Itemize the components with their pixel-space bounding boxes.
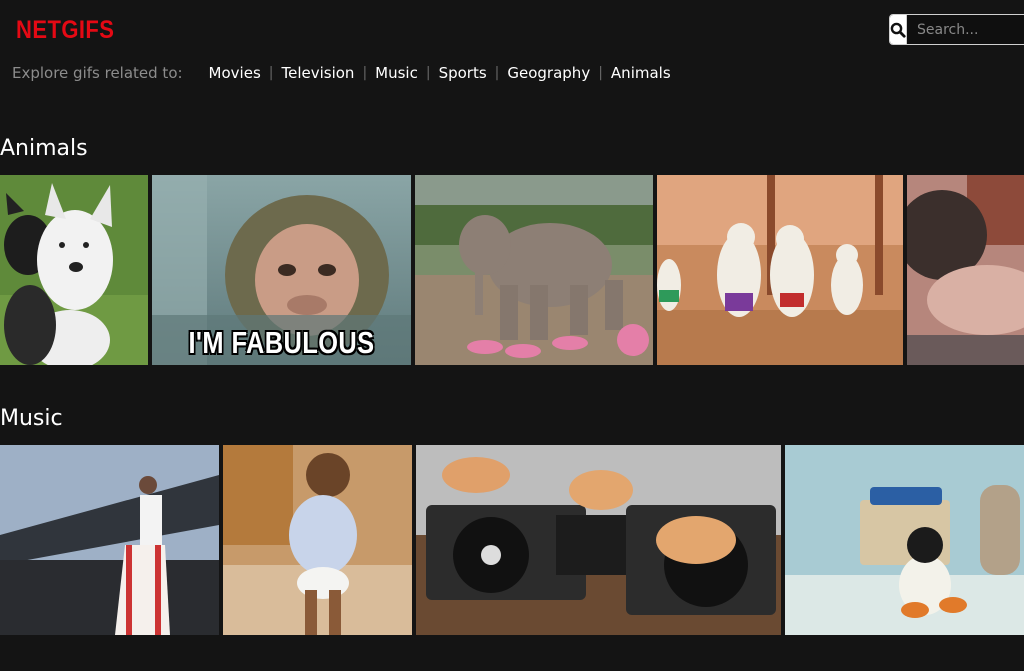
- nav-separator: |: [268, 65, 274, 81]
- baby-image: [223, 445, 412, 635]
- gif-caption: I'M FABULOUS: [188, 325, 375, 360]
- category-link-music[interactable]: Music: [375, 64, 418, 82]
- cat-image: [907, 175, 1024, 365]
- poodles-image: [657, 175, 903, 365]
- gif-row-animals: I'M FABULOUS: [0, 175, 1024, 365]
- search-button[interactable]: [890, 15, 907, 44]
- dj-kittens-image: [416, 445, 781, 635]
- gif-tile-baby[interactable]: [223, 445, 412, 635]
- search-input[interactable]: [907, 15, 1024, 44]
- nav-separator: |: [598, 65, 603, 81]
- category-link-animals[interactable]: Animals: [611, 64, 671, 82]
- gif-tile-dj-kittens[interactable]: [416, 445, 781, 635]
- freddie-image: [0, 445, 219, 635]
- section-title-music: Music: [0, 406, 63, 431]
- dogs-image: [0, 175, 148, 365]
- gif-tile-freddie[interactable]: [0, 445, 219, 635]
- category-link-sports[interactable]: Sports: [439, 64, 487, 82]
- search-icon: [890, 22, 906, 38]
- explore-bar: Explore gifs related to: Movies | Televi…: [12, 62, 671, 84]
- gif-tile-dogs[interactable]: [0, 175, 148, 365]
- nav-separator: |: [362, 65, 368, 81]
- category-link-television[interactable]: Television: [281, 64, 354, 82]
- section-title-animals: Animals: [0, 136, 88, 161]
- category-link-movies[interactable]: Movies: [209, 64, 261, 82]
- gif-tile-cat[interactable]: [907, 175, 1024, 365]
- category-link-geography[interactable]: Geography: [507, 64, 590, 82]
- nav-separator: |: [425, 65, 431, 81]
- gif-tile-monkey[interactable]: I'M FABULOUS: [152, 175, 411, 365]
- explore-label: Explore gifs related to:: [12, 64, 183, 82]
- nav-separator: |: [494, 65, 500, 81]
- netgifs-logo[interactable]: NETGIFS: [16, 16, 114, 45]
- gif-row-music: [0, 445, 1024, 635]
- pingu-image: [785, 445, 1024, 635]
- gif-tile-elephant[interactable]: [415, 175, 653, 365]
- category-nav: Movies | Television | Music | Sports | G…: [209, 64, 671, 82]
- gif-tile-poodles[interactable]: [657, 175, 903, 365]
- gif-tile-pingu[interactable]: [785, 445, 1024, 635]
- search-bar: [889, 14, 1024, 45]
- elephant-image: [415, 175, 653, 365]
